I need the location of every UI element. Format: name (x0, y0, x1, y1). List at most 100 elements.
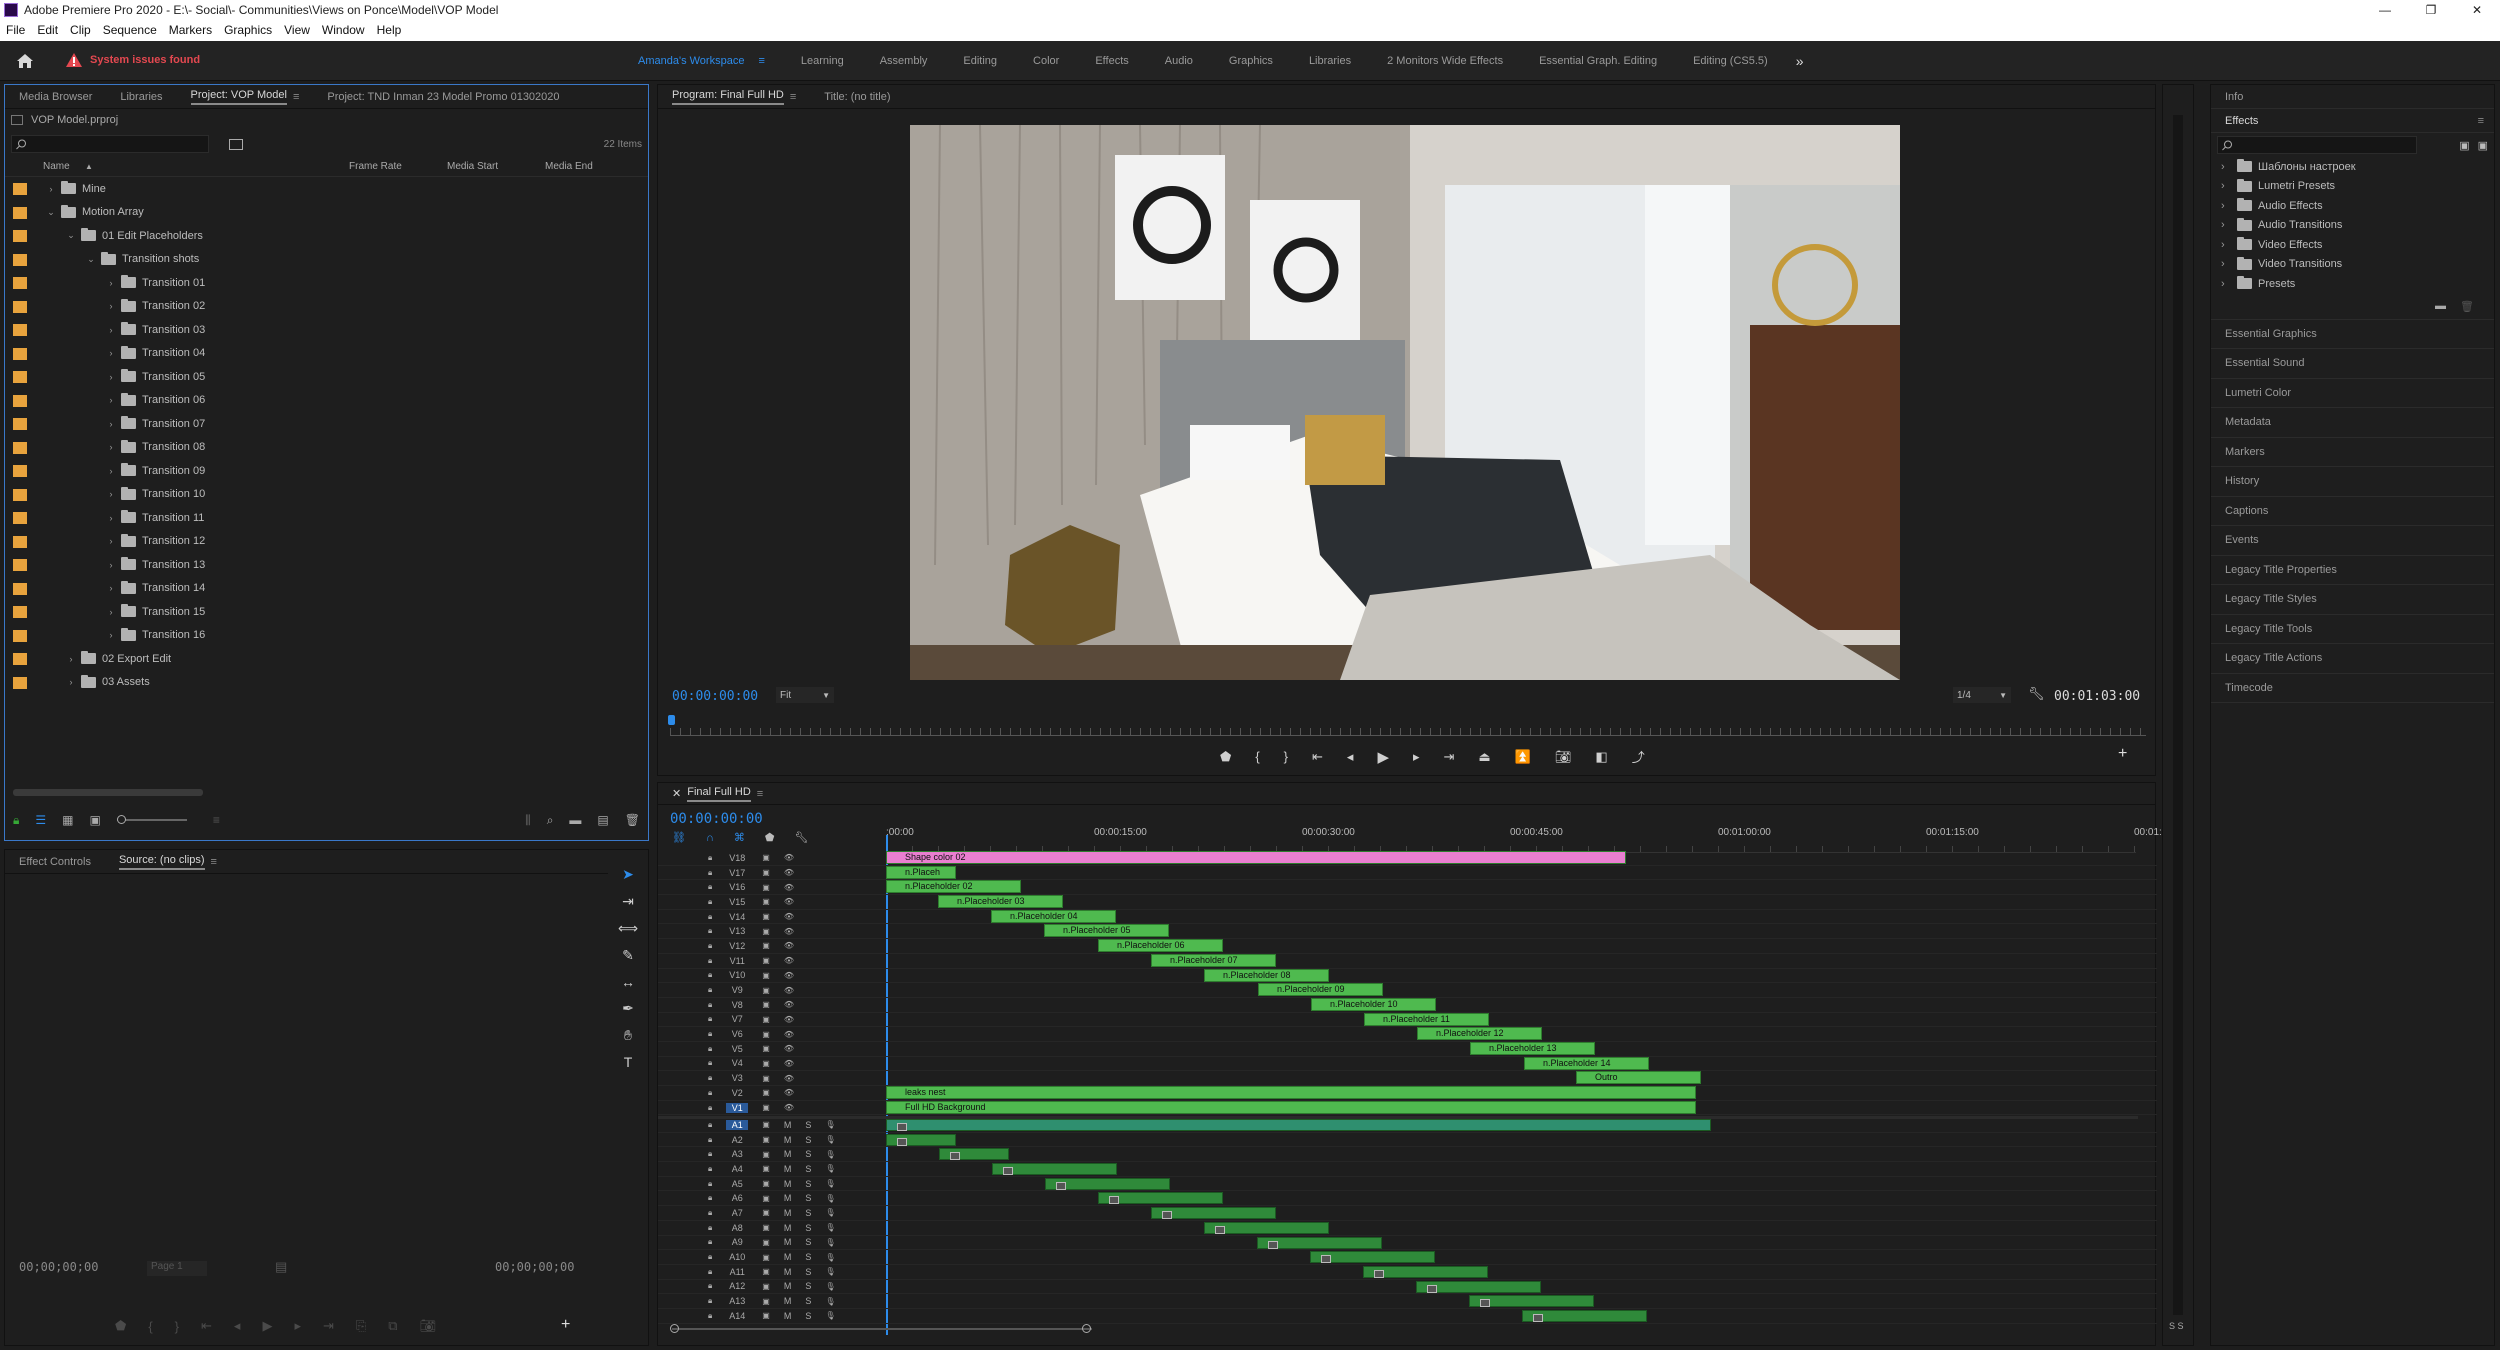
track-name[interactable]: V1 (726, 1102, 749, 1113)
lock-icon[interactable]: 🔒︎ (708, 1267, 712, 1277)
label-color-swatch[interactable] (13, 206, 27, 219)
lock-icon[interactable]: 🔒︎ (708, 912, 712, 922)
lock-icon[interactable]: 🔒︎ (708, 1014, 712, 1024)
label-color-swatch[interactable] (13, 371, 27, 383)
track-name[interactable]: V2 (726, 1088, 748, 1098)
lock-icon[interactable]: 🔒︎ (708, 1135, 712, 1145)
microphone-icon[interactable]: 🎙︎ (825, 1150, 835, 1159)
sync-lock-icon[interactable]: ▣ (762, 897, 770, 906)
lock-icon[interactable]: 🔒︎ (708, 897, 712, 907)
sync-lock-icon[interactable]: ▣ (762, 853, 770, 862)
step-forward-icon[interactable]: ▸ (294, 1318, 301, 1334)
panel-legacy-title-properties[interactable]: Legacy Title Properties (2211, 556, 2494, 585)
expand-arrow-icon[interactable]: › (2221, 258, 2233, 270)
sync-lock-icon[interactable]: ▣ (762, 1120, 770, 1129)
lock-icon[interactable]: 🔒︎ (708, 926, 712, 936)
program-scrubber[interactable] (670, 728, 2146, 736)
sync-lock-icon[interactable]: ▣ (762, 1253, 770, 1262)
expand-arrow-icon[interactable]: › (65, 677, 77, 687)
bin-item[interactable]: › Transition 04 (5, 342, 648, 366)
lock-icon[interactable]: 🔒︎ (708, 1281, 712, 1291)
razor-tool-icon[interactable]: ✎ (622, 947, 634, 964)
workspace-tab-7[interactable]: Graphics (1211, 41, 1291, 81)
expand-arrow-icon[interactable]: › (105, 325, 117, 335)
label-color-swatch[interactable] (13, 230, 27, 242)
expand-arrow-icon[interactable]: › (2221, 180, 2233, 192)
eye-icon[interactable]: 👁︎ (784, 912, 794, 921)
insert-nest-icon[interactable]: ⛓ (672, 831, 686, 844)
label-color-swatch[interactable] (13, 676, 27, 689)
timeline-clip[interactable]: n.Placeholder 09 (1258, 983, 1383, 997)
track-name[interactable]: A2 (726, 1135, 748, 1145)
sync-lock-icon[interactable]: ▣ (762, 912, 770, 921)
close-button[interactable]: ✕ (2454, 3, 2500, 17)
bin-item[interactable]: › Mine (5, 177, 648, 201)
workspace-tab-5[interactable]: Effects (1077, 41, 1146, 81)
bin-item[interactable]: › Transition 08 (5, 436, 648, 460)
workspace-menu-icon[interactable]: ≡ (758, 55, 764, 67)
label-color-swatch[interactable] (13, 629, 27, 642)
type-tool-icon[interactable]: T (624, 1054, 633, 1070)
label-color-swatch[interactable] (13, 300, 27, 313)
eye-icon[interactable]: 👁︎ (784, 971, 794, 980)
go-to-in-icon[interactable]: ⇤ (201, 1318, 212, 1334)
expand-arrow-icon[interactable]: › (105, 419, 117, 429)
extract-icon[interactable]: ⏫ (1515, 749, 1531, 765)
audio-clip[interactable] (1151, 1207, 1276, 1220)
expand-arrow-icon[interactable]: › (105, 466, 117, 476)
step-forward-icon[interactable]: ▸ (1413, 749, 1420, 765)
solo-button[interactable]: S (805, 1179, 811, 1189)
slip-tool-icon[interactable]: ↔ (621, 974, 635, 990)
label-color-swatch[interactable] (13, 253, 27, 266)
tab-project-tnd[interactable]: Project: TND Inman 23 Model Promo 013020… (313, 85, 573, 109)
label-color-swatch[interactable] (13, 183, 27, 195)
track-name[interactable]: V16 (726, 882, 748, 892)
accelerated-effects-icon[interactable]: ▣ (2459, 139, 2469, 152)
track-name[interactable]: A6 (726, 1193, 748, 1203)
mute-button[interactable]: M (784, 1296, 792, 1306)
microphone-icon[interactable]: 🎙︎ (825, 1253, 835, 1262)
track-name[interactable]: A1 (726, 1119, 749, 1130)
sync-lock-icon[interactable]: ▣ (762, 1088, 770, 1097)
go-to-in-icon[interactable]: ⇤ (1312, 749, 1323, 765)
solo-button[interactable]: S (805, 1120, 811, 1130)
label-color-swatch[interactable] (13, 465, 27, 477)
audio-clip[interactable] (886, 1133, 956, 1146)
panel-history[interactable]: History (2211, 467, 2494, 497)
panel-menu-icon[interactable]: ≡ (790, 91, 796, 103)
lock-icon[interactable]: 🔒︎ (708, 1193, 712, 1203)
expand-arrow-icon[interactable]: › (105, 536, 117, 546)
microphone-icon[interactable]: 🎙︎ (825, 1208, 835, 1217)
timeline-settings-icon[interactable]: 🔧︎ (794, 831, 808, 844)
menu-view[interactable]: View (278, 23, 316, 37)
export-frame-icon[interactable]: 📷︎ (420, 1318, 437, 1334)
sync-lock-icon[interactable]: ▣ (762, 1267, 770, 1276)
sync-lock-icon[interactable]: ▣ (762, 868, 770, 877)
pen-tool-icon[interactable]: ✒ (622, 1000, 634, 1017)
source-timecode-right[interactable]: 00;00;00;00 (495, 1260, 574, 1274)
effects-folder[interactable]: › Video Transitions (2221, 255, 2494, 275)
bin-item[interactable]: › 03 Assets (5, 671, 648, 695)
expand-arrow-icon[interactable]: › (2221, 219, 2233, 231)
timeline-clip[interactable]: n.Placeholder 02 (886, 880, 1021, 894)
microphone-icon[interactable]: 🎙︎ (825, 1120, 835, 1129)
export-frame-icon[interactable]: 📷︎ (1555, 749, 1572, 765)
new-bin-from-search-icon[interactable] (229, 138, 243, 150)
lock-icon[interactable]: 🔒︎ (708, 1120, 712, 1130)
microphone-icon[interactable]: 🎙︎ (825, 1297, 835, 1306)
track-name[interactable]: V18 (726, 853, 748, 863)
mute-button[interactable]: M (784, 1267, 792, 1277)
microphone-icon[interactable]: 🎙︎ (825, 1194, 835, 1203)
selection-tool-icon[interactable]: ➤ (622, 866, 634, 883)
clear-icon[interactable]: 🗑︎ (625, 813, 640, 827)
playhead-marker[interactable] (668, 715, 675, 725)
audio-clip[interactable] (1204, 1221, 1329, 1234)
tab-sequence[interactable]: ✕ Final Full HD ≡ (658, 782, 777, 806)
32bit-effects-icon[interactable]: ▣ (2478, 139, 2488, 152)
play-icon[interactable]: ▶ (1377, 748, 1389, 766)
linked-selection-icon[interactable]: ⌘ (734, 831, 745, 844)
track-name[interactable]: A7 (726, 1208, 748, 1218)
track-name[interactable]: V17 (726, 868, 748, 878)
system-issues-alert[interactable]: System issues found (90, 54, 200, 66)
effects-folder[interactable]: › Audio Transitions (2221, 216, 2494, 236)
